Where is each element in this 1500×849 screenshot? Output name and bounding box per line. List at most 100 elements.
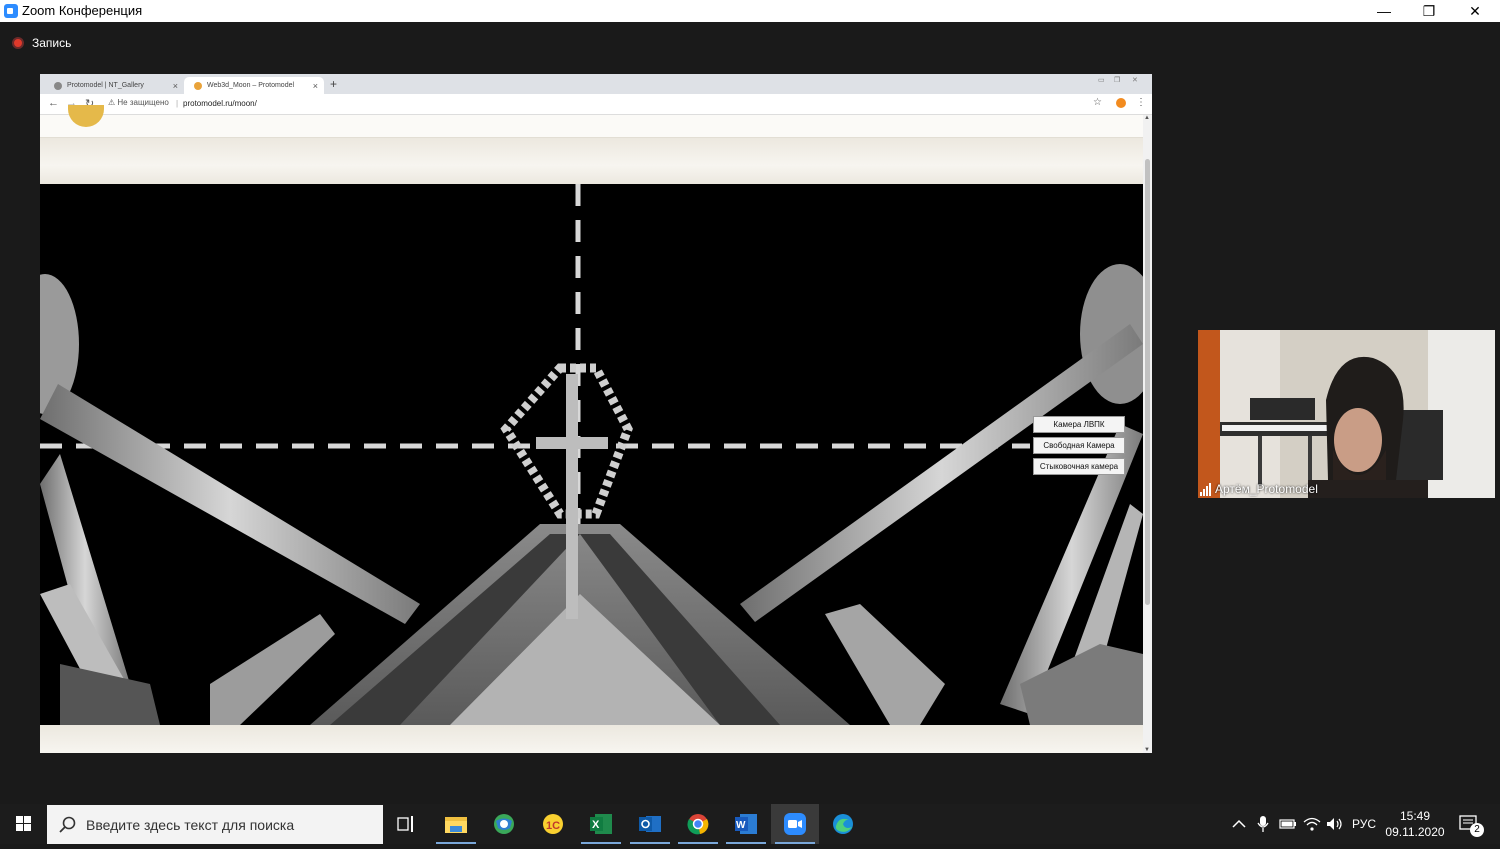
url-field[interactable]: protomodel.ru/moon/ bbox=[183, 99, 257, 108]
browser-restore-icon[interactable]: ❐ bbox=[1114, 76, 1120, 84]
site-logo[interactable] bbox=[68, 105, 104, 127]
close-button[interactable]: ✕ bbox=[1452, 0, 1498, 22]
1c-icon: 1C bbox=[543, 814, 563, 834]
page-scrollbar[interactable]: ▲ ▼ bbox=[1143, 115, 1152, 753]
zoom-app-icon bbox=[4, 4, 18, 18]
3d-scene-canvas[interactable]: Камера ЛВПК Свободная Камера Стыковочная… bbox=[40, 184, 1143, 725]
address-separator: | bbox=[176, 99, 179, 108]
scrollbar-thumb[interactable] bbox=[1145, 159, 1150, 605]
start-button[interactable] bbox=[0, 804, 47, 844]
taskbar-search-box[interactable]: Введите здесь текст для поиска bbox=[47, 805, 383, 844]
participant-name-tag: Артём_Protomodel bbox=[1200, 482, 1318, 496]
language-indicator[interactable]: РУС bbox=[1352, 804, 1376, 844]
chrome-icon bbox=[687, 814, 709, 835]
tab-close-icon[interactable]: × bbox=[313, 81, 318, 91]
signal-strength-icon bbox=[1200, 483, 1211, 496]
participant-video[interactable]: Артём_Protomodel bbox=[1198, 330, 1495, 498]
browser-tab-bar: Protomodel | NT_Gallery × Web3d_Moon – P… bbox=[40, 74, 1152, 94]
microphone-icon bbox=[1257, 816, 1269, 832]
browser-minimize-icon[interactable]: ▭ bbox=[1098, 76, 1105, 84]
wifi-icon bbox=[1303, 817, 1321, 831]
window-titlebar: Zoom Конференция — ❐ ✕ bbox=[0, 0, 1500, 22]
page-header bbox=[40, 105, 1143, 138]
outlook-button[interactable] bbox=[626, 804, 674, 844]
right-thruster-arm bbox=[825, 604, 945, 725]
battery-icon bbox=[1279, 819, 1296, 829]
window-title: Zoom Конференция bbox=[22, 3, 143, 18]
record-icon bbox=[12, 37, 24, 49]
tab-close-icon[interactable]: × bbox=[173, 81, 178, 91]
tab-label: Protomodel | NT_Gallery bbox=[67, 82, 144, 89]
back-icon[interactable]: ← bbox=[48, 97, 59, 109]
svg-text:W: W bbox=[736, 820, 746, 831]
folder-icon bbox=[445, 817, 467, 833]
notification-count-badge: 2 bbox=[1470, 823, 1484, 837]
battery-tray[interactable] bbox=[1279, 804, 1297, 844]
volume-tray[interactable] bbox=[1326, 804, 1344, 844]
browser-address-bar: ← → ↻ ⚠ Не защищено | protomodel.ru/moon… bbox=[40, 94, 1152, 115]
camera-panel: Камера ЛВПК Свободная Камера Стыковочная… bbox=[1033, 416, 1125, 475]
search-placeholder: Введите здесь текст для поиска bbox=[86, 817, 295, 833]
chrome-button[interactable] bbox=[674, 804, 722, 844]
windows-taskbar: Введите здесь текст для поиска 1C X W РУ… bbox=[0, 804, 1500, 844]
svg-text:X: X bbox=[592, 819, 600, 831]
word-button[interactable]: W bbox=[722, 804, 770, 844]
excel-icon: X bbox=[590, 814, 612, 834]
new-tab-button[interactable]: + bbox=[330, 77, 337, 91]
browser-close-icon[interactable]: ✕ bbox=[1132, 76, 1138, 84]
edge-icon bbox=[833, 814, 853, 834]
chevron-up-icon bbox=[1232, 819, 1246, 828]
task-view-button[interactable] bbox=[383, 804, 431, 844]
docking-camera-button[interactable]: Стыковочная камера bbox=[1033, 458, 1125, 475]
globe-icon bbox=[54, 81, 62, 90]
page-band bbox=[40, 138, 1143, 184]
camera-lvpk-button[interactable]: Камера ЛВПК bbox=[1033, 416, 1125, 433]
tab-nt-gallery[interactable]: Protomodel | NT_Gallery × bbox=[44, 77, 184, 94]
recording-label: Запись bbox=[32, 36, 72, 50]
windows-logo-icon bbox=[16, 816, 31, 831]
scroll-down-icon[interactable]: ▼ bbox=[1144, 747, 1150, 753]
zoom-icon bbox=[784, 813, 806, 835]
browser-menu-icon[interactable]: ⋮ bbox=[1136, 97, 1146, 108]
outlook-icon bbox=[639, 816, 661, 832]
scroll-up-icon[interactable]: ▲ bbox=[1144, 115, 1150, 121]
globe-icon bbox=[494, 814, 514, 834]
speaker-icon bbox=[1327, 818, 1342, 830]
show-hidden-icons[interactable] bbox=[1232, 804, 1246, 844]
docking-cross bbox=[536, 437, 608, 449]
lunar-module-render bbox=[40, 184, 1143, 725]
system-clock[interactable]: 15:49 09.11.2020 bbox=[1382, 808, 1448, 840]
clock-time: 15:49 bbox=[1399, 809, 1431, 823]
1c-app-button[interactable]: 1C bbox=[529, 804, 577, 844]
svg-text:1C: 1C bbox=[546, 820, 560, 832]
participant-video-frame bbox=[1198, 330, 1495, 498]
clock-date: 09.11.2020 bbox=[1385, 825, 1445, 839]
word-icon: W bbox=[735, 814, 757, 834]
left-thruster-arm bbox=[210, 614, 335, 725]
bookmark-star-icon[interactable]: ☆ bbox=[1093, 97, 1102, 108]
tab-label: Web3d_Moon – Protomodel bbox=[207, 82, 295, 89]
tab-web3d-moon[interactable]: Web3d_Moon – Protomodel × bbox=[184, 77, 324, 94]
docking-post bbox=[566, 374, 578, 619]
free-camera-button[interactable]: Свободная Камера bbox=[1033, 437, 1125, 454]
minimize-button[interactable]: — bbox=[1361, 0, 1407, 22]
maps-app-button[interactable] bbox=[480, 804, 528, 844]
search-icon bbox=[59, 816, 76, 833]
microphone-tray[interactable] bbox=[1257, 804, 1269, 844]
restore-button[interactable]: ❐ bbox=[1406, 0, 1452, 22]
shared-screen: Protomodel | NT_Gallery × Web3d_Moon – P… bbox=[40, 74, 1152, 753]
recording-indicator[interactable]: Запись bbox=[12, 36, 71, 50]
action-center-button[interactable]: 2 bbox=[1459, 804, 1484, 844]
excel-button[interactable]: X bbox=[577, 804, 625, 844]
security-label: Не защищено bbox=[117, 98, 169, 107]
protomodel-favicon-icon bbox=[194, 81, 202, 90]
zoom-taskbar-button[interactable] bbox=[771, 804, 819, 844]
security-warning: ⚠ Не защищено bbox=[108, 98, 169, 107]
edge-button[interactable] bbox=[819, 804, 867, 844]
extension-icon[interactable] bbox=[1116, 98, 1126, 108]
file-explorer-button[interactable] bbox=[432, 804, 480, 844]
network-tray[interactable] bbox=[1303, 804, 1321, 844]
task-view-icon bbox=[397, 816, 413, 832]
web-page: Камера ЛВПК Свободная Камера Стыковочная… bbox=[40, 105, 1143, 753]
participant-name: Артём_Protomodel bbox=[1215, 482, 1318, 496]
